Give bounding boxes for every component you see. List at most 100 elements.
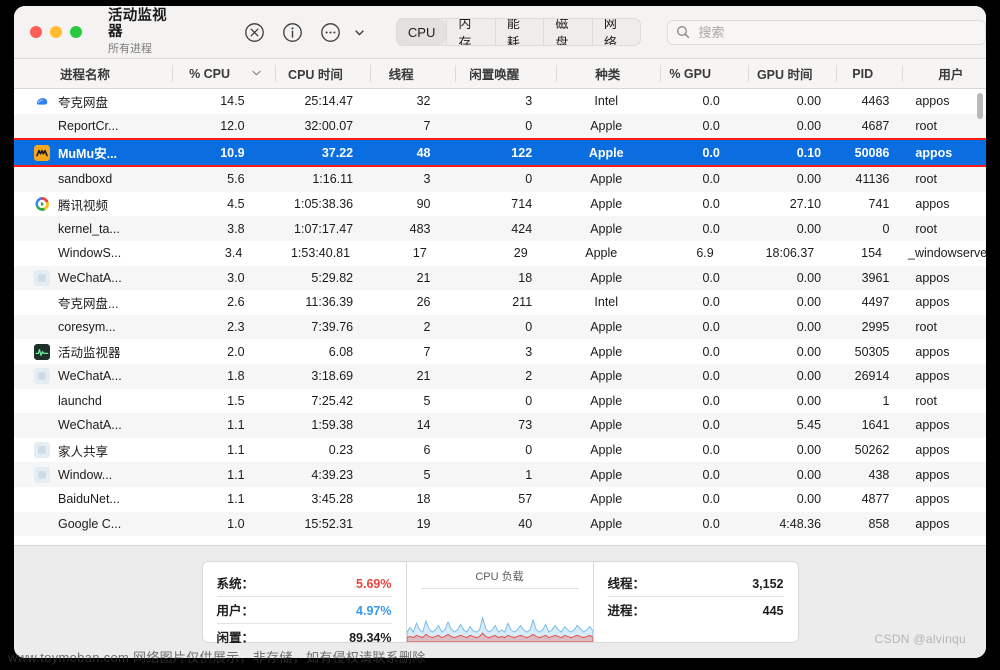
view-tabs[interactable]: CPU 内存 能耗 磁盘 网络 bbox=[395, 18, 642, 46]
column-header-gpu[interactable]: % GPU bbox=[659, 59, 748, 88]
column-header-gpu-time[interactable]: GPU 时间 bbox=[747, 59, 836, 88]
cell-idle-wakeups: 3 bbox=[525, 94, 533, 109]
table-row[interactable]: 腾讯视频 4.5 1:05:38.36 90 714 Apple 0.0 27.10 741 ap… bbox=[14, 191, 986, 217]
table-row[interactable]: BaiduNet... 1.1 3:45.28 18 57 Apple 0.0 0.00 487… bbox=[14, 486, 986, 512]
mumu-app-icon bbox=[34, 144, 50, 161]
more-options-icon[interactable] bbox=[320, 22, 341, 43]
cell-threads: 3 bbox=[423, 172, 431, 187]
cell-gpu-time: 18:06.37 bbox=[765, 246, 815, 261]
process-name-label: 家人共享 bbox=[58, 444, 109, 459]
cell-idle-wakeups: 1 bbox=[525, 467, 533, 482]
column-header-cpu-time[interactable]: CPU 时间 bbox=[275, 59, 369, 88]
cell-threads: 6 bbox=[423, 443, 431, 458]
table-row[interactable]: kernel_ta... 3.8 1:07:17.47 483 424 Apple 0.0 0… bbox=[14, 216, 986, 241]
column-header-name[interactable]: 进程名称 bbox=[14, 59, 172, 88]
cell-gpu-percent: 0.0 bbox=[702, 369, 720, 384]
maximize-window-button[interactable] bbox=[70, 26, 82, 38]
cell-process-name: 夸克网盘 bbox=[14, 92, 168, 111]
process-name-label: ReportCr... bbox=[58, 118, 119, 133]
stat-threads-label: 线程： bbox=[607, 577, 646, 591]
cell-kind: Apple bbox=[590, 516, 623, 531]
cell-cpu-percent: 5.6 bbox=[227, 172, 245, 187]
cell-cpu-percent: 2.6 bbox=[227, 295, 245, 310]
column-header-threads[interactable]: 线程 bbox=[369, 59, 455, 88]
cell-cpu-percent: 1.0 bbox=[227, 516, 245, 531]
cell-gpu-percent: 0.0 bbox=[702, 94, 720, 109]
cell-gpu-time: 5.45 bbox=[796, 418, 822, 433]
table-row[interactable]: ReportCr... 12.0 32:00.07 7 0 Apple 0.0 0.00 468… bbox=[14, 113, 986, 139]
table-row[interactable]: launchd 1.5 7:25.42 5 0 Apple 0.0 0.00 1 root bbox=[14, 388, 986, 414]
traffic-lights bbox=[30, 26, 82, 38]
table-row[interactable]: coresym... 2.3 7:39.76 2 0 Apple 0.0 0.00 2995 ro… bbox=[14, 314, 986, 340]
stat-processes: 进程： 445 bbox=[608, 597, 784, 623]
cell-kind: Intel bbox=[594, 295, 619, 310]
quark-cloud-app-icon bbox=[34, 93, 50, 109]
table-row-selected[interactable]: MuMu安... 10.9 37.22 48 122 Apple 0.0 0.10 50086 a… bbox=[14, 138, 986, 168]
cell-pid: 4877 bbox=[861, 492, 890, 507]
table-row[interactable]: WeChatA... 3.0 5:29.82 21 18 Apple 0.0 0.00 3961… bbox=[14, 265, 986, 291]
cell-process-name: WindowS... bbox=[14, 245, 167, 261]
cell-idle-wakeups: 57 bbox=[518, 492, 533, 507]
no-app-icon bbox=[34, 516, 50, 532]
vertical-scrollbar[interactable] bbox=[977, 93, 983, 119]
column-header-cpu[interactable]: % CPU bbox=[171, 59, 276, 88]
table-row[interactable]: Google C... 1.0 15:52.31 19 40 Apple 0.0 4:48.3… bbox=[14, 511, 986, 537]
cell-pid: 741 bbox=[868, 197, 890, 212]
table-row[interactable]: 家人共享 1.1 0.23 6 0 Apple 0.0 0.00 50262 appos bbox=[14, 437, 986, 463]
cell-idle-wakeups: 122 bbox=[511, 145, 533, 160]
cell-kind: Apple bbox=[590, 320, 623, 335]
cell-cpu-percent: 1.1 bbox=[227, 492, 245, 507]
table-row[interactable]: sandboxd 5.6 1:16.11 3 0 Apple 0.0 0.00 41136 roo… bbox=[14, 167, 986, 192]
close-window-button[interactable] bbox=[30, 26, 42, 38]
process-table[interactable]: 夸克网盘 14.5 25:14.47 32 3 Intel 0.0 0.00 4463 appos… bbox=[14, 89, 986, 545]
table-row[interactable]: 活动监视器 2.0 6.08 7 3 Apple 0.0 0.00 50305 appos bbox=[14, 339, 986, 364]
column-header-idle-wakeups[interactable]: 闲置唤醒 bbox=[454, 59, 556, 88]
no-app-icon bbox=[34, 393, 50, 409]
table-row[interactable]: WeChatA... 1.8 3:18.69 21 2 Apple 0.0 0.00 26914… bbox=[14, 363, 986, 389]
cell-gpu-percent: 0.0 bbox=[702, 418, 720, 433]
search-box[interactable] bbox=[667, 19, 986, 45]
cell-gpu-percent: 0.0 bbox=[702, 492, 720, 507]
cell-kind: Apple bbox=[590, 118, 623, 133]
chevron-down-icon[interactable] bbox=[349, 22, 370, 43]
minimize-window-button[interactable] bbox=[50, 26, 62, 38]
cell-cpu-percent: 3.0 bbox=[227, 270, 245, 285]
cell-user: root bbox=[915, 320, 937, 335]
cell-process-name: ReportCr... bbox=[14, 118, 168, 134]
cell-user: appos bbox=[915, 516, 950, 531]
table-row[interactable]: 夸克网盘... 2.6 11:36.39 26 211 Intel 0.0 0.00 4497 a… bbox=[14, 290, 986, 315]
cell-cpu-percent: 1.1 bbox=[227, 418, 245, 433]
tab-network[interactable]: 网络 bbox=[591, 19, 641, 45]
column-header-pid[interactable]: PID bbox=[835, 59, 902, 88]
cell-pid: 438 bbox=[868, 467, 890, 482]
inspect-process-icon[interactable] bbox=[282, 22, 303, 43]
cell-cpu-time: 1:53:40.81 bbox=[290, 246, 351, 261]
tab-cpu[interactable]: CPU bbox=[396, 19, 447, 45]
table-row[interactable]: WeChatA... 1.1 1:59.38 14 73 Apple 0.0 5.45 1641… bbox=[14, 413, 986, 438]
cell-user: appos bbox=[915, 145, 953, 160]
cell-cpu-time: 7:25.42 bbox=[311, 393, 354, 408]
stop-process-icon[interactable] bbox=[244, 22, 265, 43]
cell-user: root bbox=[915, 172, 937, 187]
cell-process-name: Google C... bbox=[14, 516, 168, 532]
table-row[interactable]: 夸克网盘 14.5 25:14.47 32 3 Intel 0.0 0.00 4463 appos bbox=[14, 89, 986, 114]
cell-cpu-time: 7:39.76 bbox=[311, 320, 354, 335]
cell-cpu-percent: 14.5 bbox=[220, 94, 245, 109]
cell-cpu-time: 32:00.07 bbox=[304, 118, 354, 133]
tab-energy[interactable]: 能耗 bbox=[494, 19, 544, 45]
table-row[interactable]: Window... 1.1 4:39.23 5 1 Apple 0.0 0.00 438 appo… bbox=[14, 462, 986, 487]
process-name-label: BaiduNet... bbox=[58, 492, 120, 507]
cell-kind: Apple bbox=[590, 443, 623, 458]
tab-memory[interactable]: 内存 bbox=[446, 19, 495, 45]
tab-disk[interactable]: 磁盘 bbox=[543, 19, 592, 45]
column-header-user[interactable]: 用户 bbox=[901, 59, 986, 88]
table-row[interactable]: WindowS... 3.4 1:53:40.81 17 29 Apple 6.9 18:06… bbox=[14, 240, 986, 266]
search-input[interactable] bbox=[696, 23, 977, 41]
cell-user: root bbox=[915, 393, 937, 408]
cell-idle-wakeups: 40 bbox=[518, 516, 533, 531]
column-header-kind[interactable]: 种类 bbox=[555, 59, 660, 88]
cell-kind: Apple bbox=[590, 221, 623, 236]
cell-cpu-percent: 1.1 bbox=[227, 443, 245, 458]
process-name-label: kernel_ta... bbox=[58, 221, 120, 236]
cell-threads: 17 bbox=[412, 246, 427, 261]
